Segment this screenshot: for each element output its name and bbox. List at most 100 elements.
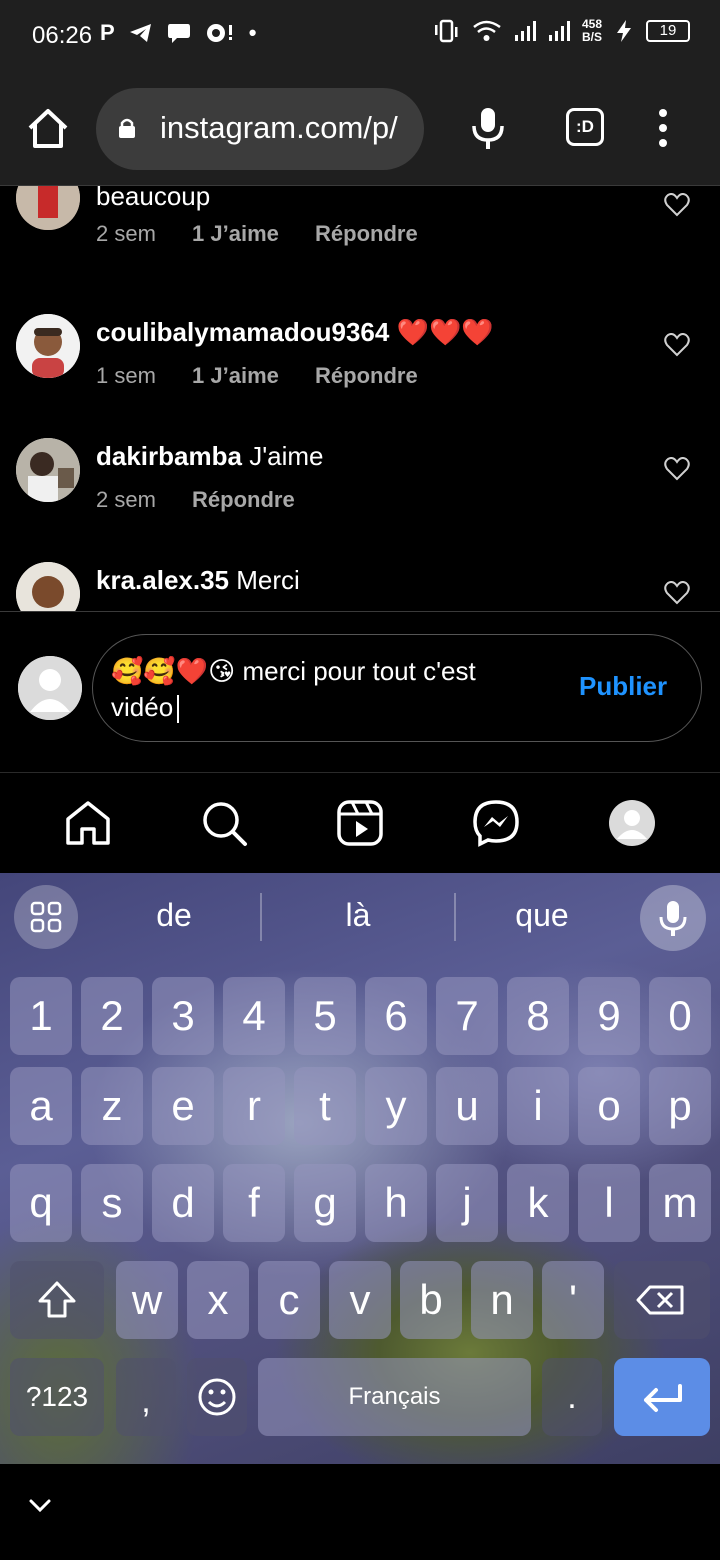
key-d[interactable]: d [152, 1164, 214, 1242]
key-l[interactable]: l [578, 1164, 640, 1242]
chat-icon [167, 24, 190, 43]
key-h[interactable]: h [365, 1164, 427, 1242]
comment-likes[interactable]: 1 J’aime [192, 221, 279, 246]
comma-key[interactable]: , [116, 1358, 176, 1436]
key-u[interactable]: u [436, 1067, 498, 1145]
suggestion-divider [454, 893, 456, 941]
net-speed-unit: B/S [581, 30, 602, 44]
comment-username[interactable]: coulibalymamadou9364 [96, 317, 389, 347]
keyboard-menu-button[interactable] [14, 885, 78, 949]
comment-time: 2 sem [96, 221, 156, 246]
key-i[interactable]: i [507, 1067, 569, 1145]
key-2[interactable]: 2 [81, 977, 143, 1055]
key-apostrophe[interactable]: ' [542, 1261, 604, 1339]
enter-key[interactable] [614, 1358, 710, 1436]
emoji-key[interactable] [187, 1358, 247, 1436]
comment-username[interactable]: kra.alex.35 [96, 565, 229, 595]
key-7[interactable]: 7 [436, 977, 498, 1055]
key-n[interactable]: n [471, 1261, 533, 1339]
avatar[interactable] [16, 186, 80, 230]
key-b[interactable]: b [400, 1261, 462, 1339]
key-z[interactable]: z [81, 1067, 143, 1145]
suggestion-3[interactable]: que [462, 897, 622, 934]
comment-text: Merci [236, 565, 300, 595]
key-6[interactable]: 6 [365, 977, 427, 1055]
publish-button[interactable]: Publier [579, 671, 667, 702]
key-4[interactable]: 4 [223, 977, 285, 1055]
key-f[interactable]: f [223, 1164, 285, 1242]
more-options-icon[interactable] [654, 108, 672, 148]
like-heart-icon[interactable] [664, 581, 690, 605]
key-r[interactable]: r [223, 1067, 285, 1145]
key-w[interactable]: w [116, 1261, 178, 1339]
key-g[interactable]: g [294, 1164, 356, 1242]
avatar[interactable] [16, 562, 80, 611]
key-0[interactable]: 0 [649, 977, 711, 1055]
telegram-icon [129, 24, 151, 42]
key-3[interactable]: 3 [152, 977, 214, 1055]
home-icon[interactable] [64, 799, 112, 847]
key-o[interactable]: o [578, 1067, 640, 1145]
comment-time: 1 sem [96, 363, 156, 388]
key-k[interactable]: k [507, 1164, 569, 1242]
key-1[interactable]: 1 [10, 977, 72, 1055]
comment-username[interactable]: dakirbamba [96, 441, 242, 471]
comment-input[interactable]: 🥰🥰❤️😘 merci pour tout c'est vidéo Publie… [92, 634, 702, 742]
system-navigation-bar [0, 1464, 720, 1560]
backspace-key[interactable] [614, 1261, 710, 1339]
signal-icon-2 [548, 21, 570, 41]
key-8[interactable]: 8 [507, 977, 569, 1055]
address-bar[interactable]: instagram.com/p/ [96, 88, 424, 170]
key-t[interactable]: t [294, 1067, 356, 1145]
like-heart-icon[interactable] [664, 457, 690, 481]
keyboard-voice-button[interactable] [640, 885, 706, 951]
reels-icon[interactable] [336, 799, 384, 847]
avatar[interactable] [16, 314, 80, 378]
lock-icon [119, 118, 135, 138]
comments-list[interactable]: beaucoup 2 sem 1 J’aime Répondre couliba… [0, 186, 720, 611]
key-9[interactable]: 9 [578, 977, 640, 1055]
key-m[interactable]: m [649, 1164, 711, 1242]
space-key[interactable]: Français [258, 1358, 531, 1436]
key-5[interactable]: 5 [294, 977, 356, 1055]
suggestion-2[interactable]: là [278, 897, 438, 934]
shift-key[interactable] [10, 1261, 104, 1339]
key-c[interactable]: c [258, 1261, 320, 1339]
period-key[interactable]: . [542, 1358, 602, 1436]
reply-button[interactable]: Répondre [315, 221, 418, 246]
key-q[interactable]: q [10, 1164, 72, 1242]
key-v[interactable]: v [329, 1261, 391, 1339]
suggestion-divider [260, 893, 262, 941]
comment-composer: 🥰🥰❤️😘 merci pour tout c'est vidéo Publie… [0, 611, 720, 773]
status-time: 06:26 [32, 22, 93, 49]
messenger-icon[interactable] [472, 799, 520, 847]
search-icon[interactable] [200, 799, 248, 847]
key-j[interactable]: j [436, 1164, 498, 1242]
symbols-key[interactable]: ?123 [10, 1358, 104, 1436]
key-s[interactable]: s [81, 1164, 143, 1242]
comment-text: J'aime [249, 441, 324, 471]
like-heart-icon[interactable] [664, 193, 690, 217]
key-x[interactable]: x [187, 1261, 249, 1339]
like-heart-icon[interactable] [664, 333, 690, 357]
voice-search-icon[interactable] [470, 106, 506, 150]
hide-keyboard-chevron-icon[interactable] [28, 1498, 52, 1514]
tab-switcher-button[interactable]: :D [566, 108, 604, 146]
wifi-icon [473, 20, 501, 41]
key-a[interactable]: a [10, 1067, 72, 1145]
profile-avatar-icon[interactable] [608, 799, 656, 847]
status-bar: 06:26 P • 458 B/S 19 [0, 0, 720, 72]
comment-time: 2 sem [96, 487, 156, 512]
reply-button[interactable]: Répondre [315, 363, 418, 388]
comment-likes[interactable]: 1 J’aime [192, 363, 279, 388]
key-e[interactable]: e [152, 1067, 214, 1145]
instagram-bottom-nav [0, 773, 720, 873]
suggestion-1[interactable]: de [94, 897, 254, 934]
home-icon[interactable] [26, 106, 70, 150]
key-p[interactable]: p [649, 1067, 711, 1145]
text-caret [177, 695, 180, 724]
avatar[interactable] [16, 438, 80, 502]
key-y[interactable]: y [365, 1067, 427, 1145]
my-avatar [18, 656, 82, 720]
reply-button[interactable]: Répondre [192, 487, 295, 512]
